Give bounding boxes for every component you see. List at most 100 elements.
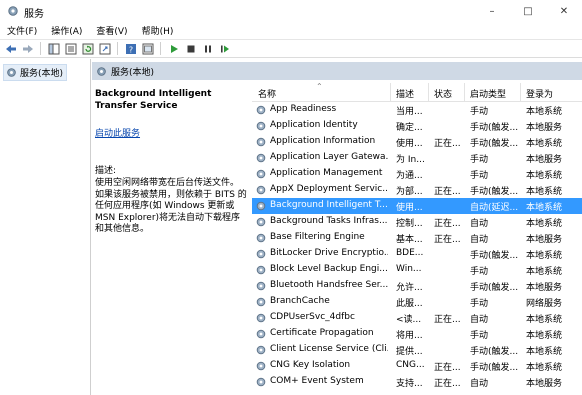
restart-service-button[interactable] — [217, 41, 232, 56]
service-row[interactable]: BitLocker Drive Encryptio... BDE... 手动(触发.… — [252, 246, 582, 262]
column-description[interactable]: 描述 — [396, 87, 414, 100]
minimize-icon: – — [489, 5, 495, 17]
refresh-icon — [82, 43, 93, 54]
toolbar-separator — [160, 42, 161, 55]
console-tree: 服务(本地) — [0, 59, 91, 395]
forward-button[interactable] — [20, 41, 35, 56]
cell-status: 正在... — [434, 363, 461, 373]
service-gear-icon — [256, 121, 266, 131]
service-row[interactable]: Bluetooth Handsfree Ser... 允许... 手动(触发... 本… — [252, 278, 582, 294]
column-divider[interactable] — [428, 83, 429, 101]
help-button[interactable]: ? — [123, 41, 138, 56]
minimize-button[interactable]: – — [474, 0, 510, 22]
close-button[interactable]: ✕ — [546, 0, 582, 22]
console-tree-icon — [48, 43, 59, 54]
cell-log-on-as: 本地系统 — [526, 347, 563, 357]
service-row[interactable]: Application Management 为通... 手动 本地系统 — [252, 166, 582, 182]
service-row[interactable]: AppX Deployment Servic... 为部... 正在... 手动(触发… — [252, 182, 582, 198]
cell-log-on-as: 本地系统 — [526, 331, 563, 341]
cell-log-on-as: 本地系统 — [526, 187, 563, 197]
show-hide-console-tree-button[interactable] — [46, 41, 61, 56]
menu-file[interactable]: 文件(F) — [0, 22, 44, 38]
sort-ascending-icon: ⌃ — [316, 83, 323, 91]
column-name[interactable]: 名称 — [258, 87, 276, 100]
stop-service-button[interactable] — [183, 41, 198, 56]
cell-log-on-as: 本地系统 — [526, 107, 563, 117]
service-row[interactable]: App Readiness 当用... 手动 本地系统 — [252, 102, 582, 118]
start-service-button[interactable] — [166, 41, 181, 56]
cell-description: 确定... — [396, 123, 423, 133]
column-divider[interactable] — [390, 83, 391, 101]
cell-startup-type: 自动 — [470, 219, 489, 229]
stop-icon — [187, 45, 194, 52]
service-row[interactable]: Application Layer Gatewa... 为 In... 手动 本地服务 — [252, 150, 582, 166]
cell-description: 使用... — [396, 203, 423, 213]
cell-name: Application Identity — [270, 120, 358, 130]
cell-status: 正在... — [434, 187, 461, 197]
cell-description: 为部... — [396, 187, 423, 197]
services-app-icon — [8, 6, 18, 16]
column-divider[interactable] — [520, 83, 521, 101]
tree-item-label: 服务(本地) — [20, 69, 64, 79]
service-gear-icon — [256, 233, 266, 243]
cell-name: BitLocker Drive Encryptio... — [270, 248, 388, 258]
service-row[interactable]: BranchCache 此服... 手动 网络服务 — [252, 294, 582, 310]
service-row[interactable]: COM+ Event System 支持... 正在... 自动 本地服务 — [252, 374, 582, 390]
service-row[interactable]: Background Intelligent T... 使用... 自动(延迟...… — [252, 198, 582, 214]
cell-log-on-as: 本地服务 — [526, 235, 563, 245]
back-button[interactable] — [3, 41, 18, 56]
menu-view[interactable]: 查看(V) — [89, 22, 134, 38]
cell-description: BDE... — [396, 248, 424, 258]
service-row[interactable]: Application Identity 确定... 手动(触发... 本地服务 — [252, 118, 582, 134]
maximize-icon: □ — [523, 5, 533, 17]
cell-name: Application Layer Gatewa... — [270, 152, 388, 162]
service-row[interactable]: Certificate Propagation 将用... 手动 本地系统 — [252, 326, 582, 342]
properties-icon — [65, 43, 76, 54]
menu-action[interactable]: 操作(A) — [44, 22, 89, 38]
service-row[interactable]: CNG Key Isolation CNG... 正在... 手动(触发... 本地系统 — [252, 358, 582, 374]
cell-log-on-as: 本地服务 — [526, 283, 563, 293]
menu-help[interactable]: 帮助(H) — [135, 22, 181, 38]
cell-log-on-as: 本地系统 — [526, 315, 563, 325]
service-row[interactable]: Base Filtering Engine 基本... 正在... 自动 本地服务 — [252, 230, 582, 246]
properties-pane-button[interactable] — [63, 41, 78, 56]
service-gear-icon — [256, 361, 266, 371]
cell-log-on-as: 本地服务 — [526, 155, 563, 165]
cell-name: Certificate Propagation — [270, 328, 374, 338]
start-service-link[interactable]: 启动此服务 — [95, 126, 247, 139]
refresh-button[interactable] — [80, 41, 95, 56]
export-list-button[interactable] — [97, 41, 112, 56]
service-row[interactable]: Block Level Backup Engi... Win... 手动 本地系统 — [252, 262, 582, 278]
service-row[interactable]: Client License Service (Cli... 提供... 手动(触发… — [252, 342, 582, 358]
toolbar: ? — [0, 39, 582, 58]
close-icon: ✕ — [559, 5, 569, 17]
cell-log-on-as: 本地系统 — [526, 219, 563, 229]
window-title: 服务 — [24, 9, 44, 20]
column-divider[interactable] — [464, 83, 465, 101]
column-status[interactable]: 状态 — [434, 87, 452, 100]
service-gear-icon — [256, 297, 266, 307]
service-row[interactable]: CDPUserSvc_4dfbc <读... 正在... 自动 本地系统 — [252, 310, 582, 326]
service-gear-icon — [256, 169, 266, 179]
cell-startup-type: 手动(触发... — [470, 347, 519, 357]
service-gear-icon — [256, 201, 266, 211]
cell-log-on-as: 本地系统 — [526, 363, 563, 373]
services-icon — [97, 66, 106, 76]
maximize-button[interactable]: □ — [510, 0, 546, 22]
cell-startup-type: 手动 — [470, 155, 489, 165]
pause-service-button[interactable] — [200, 41, 215, 56]
pane-header: 服务(本地) — [92, 62, 582, 80]
cell-startup-type: 手动(触发... — [470, 283, 519, 293]
column-log-on-as[interactable]: 登录为 — [526, 87, 553, 100]
cell-name: Background Tasks Infras... — [270, 216, 388, 226]
list-header: 名称 ⌃ 描述 状态 启动类型 登录为 — [252, 83, 582, 102]
toolbar-separator — [117, 42, 118, 55]
service-row[interactable]: Application Information 使用... 正在... 手动(触发..… — [252, 134, 582, 150]
column-startup-type[interactable]: 启动类型 — [470, 87, 506, 100]
cell-startup-type: 手动 — [470, 299, 489, 309]
cell-name: Background Intelligent T... — [270, 200, 388, 210]
console-button[interactable] — [140, 41, 155, 56]
tree-item-services-local[interactable]: 服务(本地) — [3, 64, 68, 81]
service-row[interactable]: Background Tasks Infras... 控制... 正在... 自动 本地… — [252, 214, 582, 230]
cell-log-on-as: 本地系统 — [526, 203, 563, 213]
